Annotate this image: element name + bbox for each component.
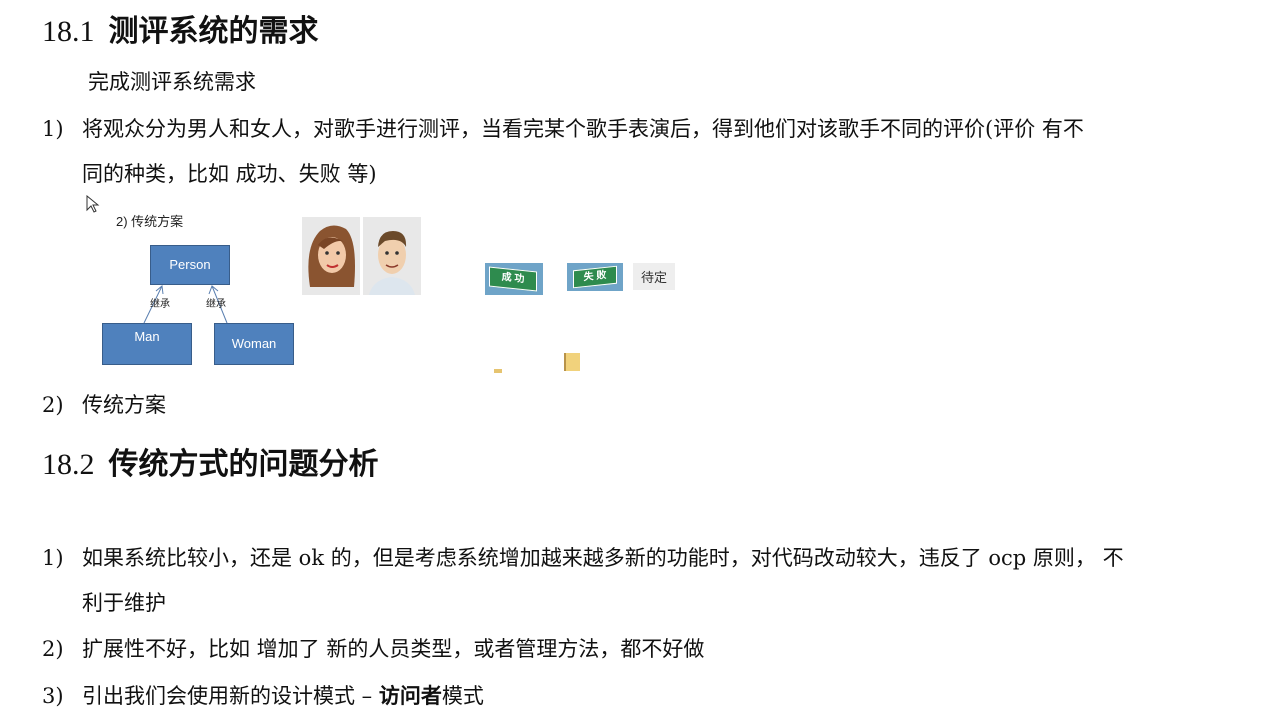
- list-number: 1): [42, 546, 64, 570]
- folder-icon: [564, 353, 580, 371]
- requirement-1-cont: 同的种类，比如 成功、失败 等): [82, 162, 377, 186]
- success-sign-text: 成 功: [489, 266, 537, 292]
- traditional-scheme-diagram: 2) 传统方案 Person Man Woman 继承 继承 成 功 失 败 待…: [82, 195, 692, 375]
- list-text: 如果系统比较小，还是 ok 的，但是考虑系统增加越来越多新的功能时，对代码改动较…: [82, 546, 1124, 570]
- fail-sign-text: 失 败: [573, 265, 617, 289]
- list-text-prefix: 引出我们会使用新的设计模式 –: [82, 684, 379, 708]
- woman-face-icon: [302, 217, 360, 295]
- section-number: 18.1: [42, 15, 95, 48]
- inheritance-arrows: [143, 285, 228, 324]
- problem-1: 1) 如果系统比较小，还是 ok 的，但是考虑系统增加越来越多新的功能时，对代码改…: [42, 542, 1124, 572]
- problem-1-cont: 利于维护: [82, 591, 166, 615]
- partial-icon: [494, 369, 502, 373]
- visitor-keyword: 访问者: [378, 683, 442, 708]
- list-number: 1): [42, 117, 64, 141]
- section-title: 传统方式的问题分析: [108, 447, 379, 482]
- requirement-1: 1) 将观众分为男人和女人，对歌手进行测评，当看完某个歌手表演后，得到他们对该歌手…: [42, 113, 1084, 143]
- list-number: 3): [42, 684, 64, 708]
- list-text: 将观众分为男人和女人，对歌手进行测评，当看完某个歌手表演后，得到他们对该歌手不同…: [82, 117, 1084, 141]
- inherit-label-right: 继承: [206, 299, 226, 310]
- problem-3: 3) 引出我们会使用新的设计模式 – 访问者模式: [42, 680, 484, 710]
- section-heading-18-2: 18.2 传统方式的问题分析: [42, 439, 379, 483]
- section-number: 18.2: [42, 448, 95, 481]
- list-text: 扩展性不好，比如 增加了 新的人员类型，或者管理方法，都不好做: [82, 637, 705, 661]
- section-title: 测评系统的需求: [108, 14, 319, 49]
- pending-label: 待定: [633, 263, 676, 290]
- list-text-suffix: 模式: [441, 684, 484, 708]
- list-text: 传统方案: [82, 393, 166, 417]
- success-sign-icon: 成 功: [485, 263, 543, 295]
- requirement-2: 2) 传统方案: [42, 389, 166, 419]
- problem-2: 2) 扩展性不好，比如 增加了 新的人员类型，或者管理方法，都不好做: [42, 633, 704, 663]
- section-heading-18-1: 18.1 测评系统的需求: [42, 6, 319, 50]
- inherit-label-left: 继承: [150, 299, 170, 310]
- intro-text: 完成测评系统需求: [88, 70, 256, 94]
- list-number: 2): [42, 393, 64, 417]
- fail-sign-icon: 失 败: [567, 263, 623, 291]
- man-face-icon: [363, 217, 421, 295]
- list-number: 2): [42, 637, 64, 661]
